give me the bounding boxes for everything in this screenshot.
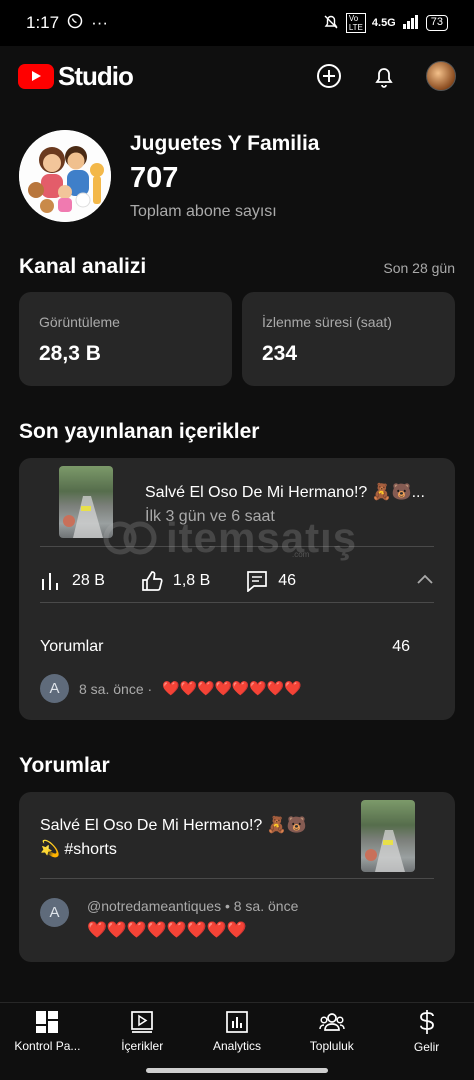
- watermark-sub: .com: [292, 550, 310, 559]
- video-title: Salvé El Oso De Mi Hermano!? 🧸🐻...: [145, 484, 425, 501]
- status-more: ···: [91, 13, 109, 32]
- studio-logo[interactable]: Studio: [18, 60, 134, 92]
- battery-indicator: 73: [425, 15, 448, 31]
- chevron-up-icon: [417, 574, 433, 584]
- video-metrics: 28 B 1,8 B 46: [40, 560, 434, 602]
- mute-icon: [322, 13, 340, 34]
- nav-label: Topluluk: [309, 1039, 354, 1053]
- add-circle-icon: [317, 64, 341, 88]
- nav-label: Kontrol Pa...: [14, 1039, 81, 1053]
- divider: [40, 878, 434, 879]
- nav-dashboard[interactable]: Kontrol Pa...: [0, 1003, 95, 1060]
- divider: [40, 546, 434, 547]
- watch-time-card[interactable]: İzlenme süresi (saat) 234: [242, 292, 455, 386]
- comment-body: ❤️❤️❤️❤️❤️❤️❤️❤️: [87, 922, 247, 939]
- video-thumbnail[interactable]: [59, 466, 113, 538]
- comments-section-title: Yorumlar: [19, 754, 110, 777]
- comments-label: Yorumlar: [40, 638, 104, 655]
- home-indicator[interactable]: [146, 1068, 328, 1073]
- comment-video-tag: 💫 #shorts: [40, 841, 117, 858]
- youtube-play-icon: [18, 63, 54, 89]
- signal-icon: [402, 14, 420, 32]
- video-period: İlk 3 gün ve 6 saat: [145, 508, 275, 525]
- whatsapp-icon: [67, 13, 83, 34]
- status-bar: 1:17 ··· Vo LTE 4.5G 73: [0, 0, 474, 46]
- app-header: Studio: [0, 46, 474, 106]
- network-type: 4.5G: [371, 17, 396, 29]
- comment-item[interactable]: A @notredameantiques • 8 sa. önce ❤️❤️❤️…: [40, 898, 298, 940]
- collapse-button[interactable]: [416, 572, 434, 590]
- comment-card[interactable]: Salvé El Oso De Mi Hermano!? 🧸🐻 💫 #short…: [19, 792, 455, 962]
- stat-label: Görüntüleme: [39, 314, 120, 330]
- channel-header: Juguetes Y Familia 707 Toplam abone sayı…: [19, 126, 459, 226]
- views-value: 28 B: [72, 572, 105, 589]
- commenter-avatar: A: [40, 898, 69, 927]
- comments-count: 46: [392, 638, 410, 655]
- comments-summary[interactable]: Yorumlar 46: [40, 638, 410, 656]
- comment-author-meta: @notredameantiques • 8 sa. önce: [87, 898, 299, 914]
- volte-icon: Vo LTE: [345, 13, 366, 33]
- notifications-button[interactable]: [372, 63, 396, 89]
- comment-text: ❤️❤️❤️❤️❤️❤️❤️❤️: [162, 680, 302, 696]
- thumbs-up-icon: [142, 571, 163, 591]
- family-illustration-icon: [19, 130, 111, 222]
- community-icon: [319, 1013, 345, 1031]
- bar-chart-icon: [42, 573, 58, 590]
- subscriber-count: 707: [130, 161, 179, 194]
- create-button[interactable]: [316, 63, 342, 89]
- recent-content-title: Son yayınlanan içerikler: [19, 420, 260, 443]
- nav-analytics[interactable]: Analytics: [190, 1003, 285, 1060]
- nav-label: Gelir: [413, 1040, 440, 1054]
- analytics-title: Kanal analizi: [19, 255, 147, 278]
- likes-value: 1,8 B: [172, 572, 211, 589]
- bell-icon: [375, 68, 393, 88]
- recent-content-header: Son yayınlanan içerikler: [19, 420, 455, 444]
- comments-header: Yorumlar: [19, 754, 455, 778]
- dashboard-icon: [36, 1011, 59, 1033]
- divider: [40, 602, 434, 603]
- nav-community[interactable]: Topluluk: [284, 1003, 379, 1060]
- subscriber-label: Toplam abone sayısı: [130, 202, 277, 220]
- stat-label: İzlenme süresi (saat): [262, 314, 392, 330]
- latest-comment[interactable]: A 8 sa. önce · ❤️❤️❤️❤️❤️❤️❤️❤️: [40, 674, 302, 703]
- views-card[interactable]: Görüntüleme 28,3 B: [19, 292, 232, 386]
- stat-value: 234: [262, 342, 298, 365]
- comment-time: 8 sa. önce ·: [79, 680, 153, 697]
- channel-avatar[interactable]: [19, 130, 111, 222]
- nav-label: Analytics: [212, 1039, 261, 1053]
- comments-value: 46: [278, 572, 297, 589]
- nav-content[interactable]: İçerikler: [95, 1003, 190, 1060]
- commenter-avatar: A: [40, 674, 69, 703]
- nav-label: İçerikler: [121, 1039, 164, 1053]
- views-metric: 28 B: [40, 571, 105, 591]
- stat-value: 28,3 B: [39, 342, 101, 365]
- channel-name: Juguetes Y Familia: [130, 131, 320, 155]
- nav-earn[interactable]: Gelir: [379, 1003, 474, 1060]
- account-avatar[interactable]: [426, 61, 456, 91]
- earn-icon: [419, 1010, 434, 1034]
- analytics-header: Kanal analizi Son 28 gün: [19, 255, 455, 279]
- status-time: 1:17: [26, 13, 60, 32]
- analytics-icon: [226, 1011, 248, 1033]
- content-icon: [131, 1011, 154, 1033]
- logo-text: Studio: [58, 60, 134, 91]
- comments-metric: 46: [246, 570, 296, 592]
- likes-metric: 1,8 B: [141, 570, 210, 592]
- comment-icon: [247, 571, 268, 592]
- comment-video-thumbnail[interactable]: [361, 800, 415, 872]
- analytics-period[interactable]: Son 28 gün: [383, 260, 455, 276]
- comment-video-title: Salvé El Oso De Mi Hermano!? 🧸🐻: [40, 817, 307, 834]
- recent-video-card[interactable]: Salvé El Oso De Mi Hermano!? 🧸🐻... İlk 3…: [19, 458, 455, 720]
- bottom-nav: Kontrol Pa... İçerikler Analytics Toplul…: [0, 1002, 474, 1060]
